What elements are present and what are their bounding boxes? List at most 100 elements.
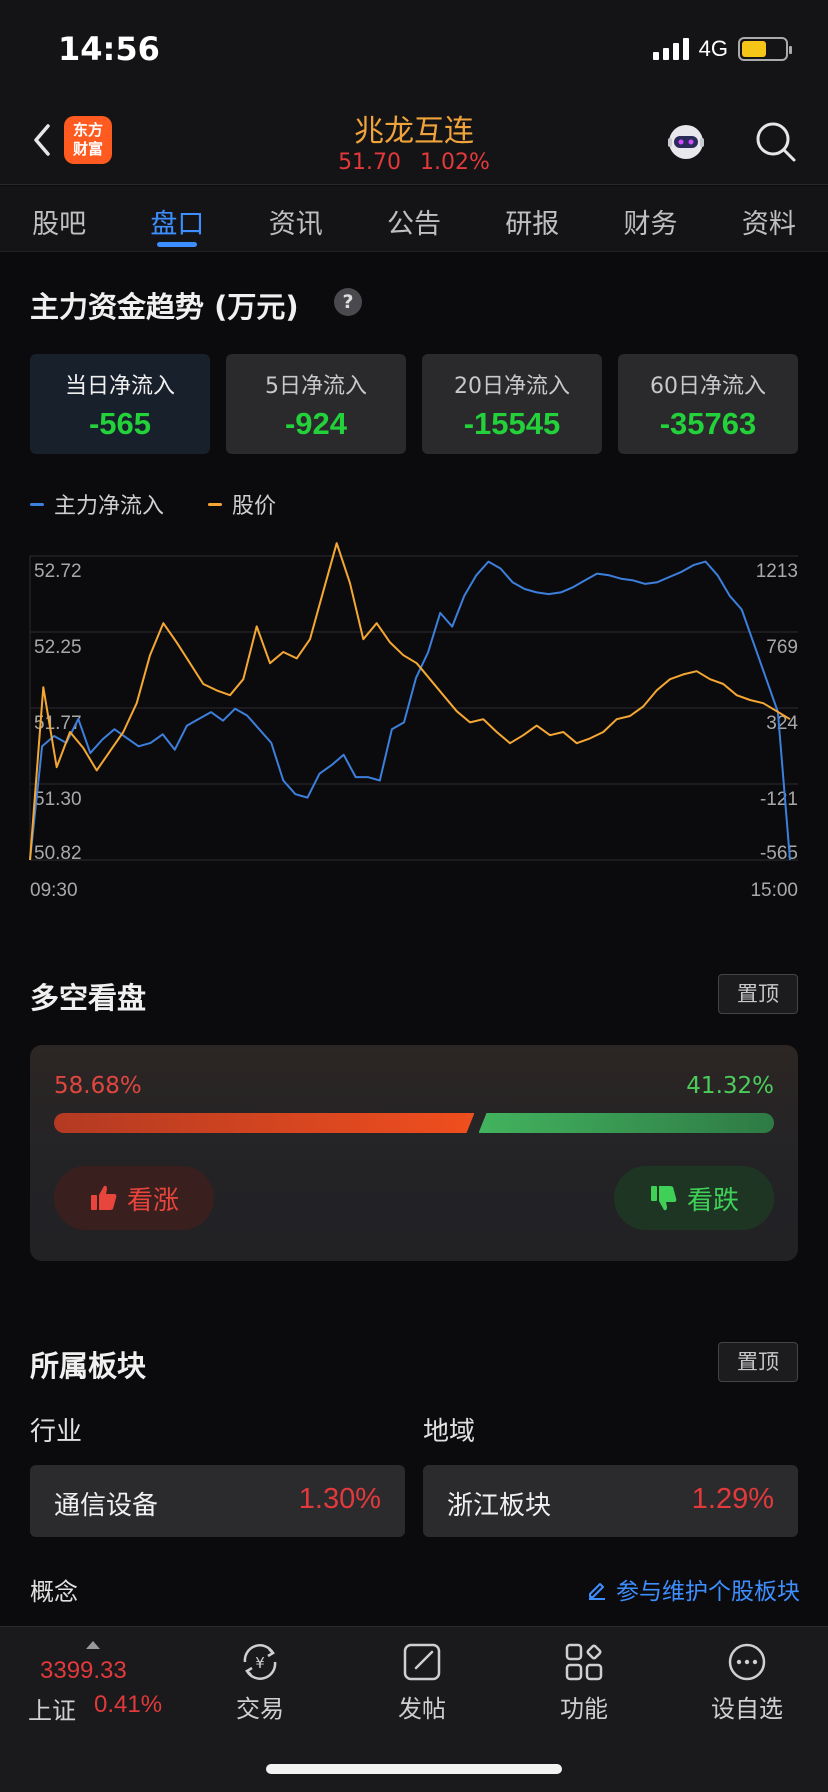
flow-card-value: -15545	[463, 406, 561, 441]
tab-finance[interactable]: 财务	[591, 186, 709, 251]
flow-card-60d[interactable]: 60日净流入 -35763	[618, 354, 798, 454]
index-name: 上证	[28, 1697, 76, 1725]
home-indicator	[266, 1764, 562, 1774]
vote-bull-button[interactable]: 看涨	[54, 1166, 214, 1230]
compose-icon	[403, 1643, 441, 1681]
sector-card-industry[interactable]: 通信设备 1.30%	[30, 1465, 405, 1537]
industry-label: 行业	[30, 1417, 83, 1447]
sector-card-region[interactable]: 浙江板块 1.29%	[423, 1465, 798, 1537]
status-indicators: 4G	[652, 36, 792, 62]
nav-label: 设自选	[711, 1695, 783, 1723]
maintain-sectors-link[interactable]: 参与维护个股板块	[586, 1572, 800, 1606]
chart-right-tick-label: 769	[766, 637, 798, 658]
nav-label: 功能	[560, 1695, 608, 1723]
more-icon	[728, 1643, 766, 1681]
flow-card-label: 20日净流入	[454, 374, 570, 399]
tab-research[interactable]: 研报	[473, 186, 591, 251]
vote-bear-label: 看跌	[686, 1185, 739, 1216]
trade-icon: ¥	[243, 1644, 277, 1680]
index-value: 3399.33	[40, 1657, 127, 1684]
fund-flow-chart: 52.7252.2551.7751.3050.821213769324-121-…	[29, 542, 798, 900]
chart-left-tick-label: 52.25	[34, 637, 82, 658]
section-tabs: 股吧 盘口 资讯 公告 研报 财务 资料	[0, 186, 828, 252]
bear-percent: 41.32%	[686, 1073, 774, 1099]
pin-top-button[interactable]: 置顶	[718, 1342, 798, 1382]
flow-card-value: -565	[88, 406, 152, 441]
status-bar: 14:56 4G	[0, 0, 828, 100]
chart-right-tick-label: 324	[766, 713, 798, 734]
search-icon[interactable]	[752, 118, 800, 166]
region-label: 地域	[423, 1417, 476, 1447]
tab-news[interactable]: 资讯	[237, 186, 355, 251]
fund-flow-title: 主力资金趋势 (万元)	[30, 290, 299, 324]
sector-change-pct: 1.30%	[298, 1483, 381, 1515]
grid-functions-icon	[565, 1643, 603, 1681]
bull-percent: 58.68%	[54, 1073, 142, 1099]
sentiment-card: 58.68% 41.32% 看涨 看跌	[30, 1045, 798, 1261]
chart-x-start-label: 09:30	[30, 880, 78, 900]
chart-series-line	[29, 560, 791, 861]
sector-change-pct: 1.29%	[691, 1483, 774, 1515]
vote-bull-label: 看涨	[126, 1185, 179, 1216]
tab-guba[interactable]: 股吧	[0, 186, 118, 251]
fund-flow-cards: 当日净流入 -565 5日净流入 -924 20日净流入 -15545 60日净…	[30, 354, 798, 454]
flow-card-value: -35763	[659, 406, 757, 441]
nav-trade[interactable]: ¥ 交易	[205, 1641, 315, 1724]
flow-card-label: 5日净流入	[265, 374, 367, 399]
bull-bar	[54, 1113, 474, 1133]
legend-label: 股价	[232, 494, 277, 519]
maintain-link-label: 参与维护个股板块	[616, 1579, 800, 1605]
chart-legend: 主力净流入 股价	[30, 488, 276, 520]
stock-header: 东方 财富 兆龙互连 51.70 1.02%	[0, 100, 828, 185]
long-short-title: 多空看盘	[30, 981, 147, 1015]
nav-post[interactable]: 发帖	[367, 1641, 477, 1724]
flow-card-label: 当日净流入	[64, 374, 175, 399]
tab-announcements[interactable]: 公告	[355, 186, 473, 251]
signal-icon	[652, 38, 689, 60]
nav-label: 交易	[236, 1695, 284, 1723]
network-label: 4G	[698, 36, 728, 61]
vote-bear-button[interactable]: 看跌	[614, 1166, 774, 1230]
legend-swatch	[30, 502, 44, 506]
flow-card-today[interactable]: 当日净流入 -565	[30, 354, 210, 454]
tab-pankou[interactable]: 盘口	[118, 186, 236, 251]
flow-card-value: -924	[284, 406, 348, 441]
battery-icon	[738, 37, 792, 61]
flow-card-label: 60日净流入	[650, 374, 766, 399]
sentiment-ratio-bar	[54, 1113, 774, 1133]
chart-right-tick-label: -565	[760, 843, 798, 864]
chart-x-end-label: 15:00	[750, 880, 798, 900]
flow-card-20d[interactable]: 20日净流入 -15545	[422, 354, 602, 454]
legend-item-net-inflow: 主力净流入	[30, 488, 164, 520]
thumbs-up-icon	[90, 1185, 117, 1210]
chart-left-tick-label: 50.82	[34, 843, 82, 864]
svg-text:¥: ¥	[255, 1654, 265, 1672]
index-change-pct: 0.41%	[94, 1691, 163, 1718]
chart-left-tick-label: 52.72	[34, 561, 82, 582]
legend-item-price: 股价	[208, 488, 276, 520]
legend-swatch	[208, 502, 223, 506]
nav-functions[interactable]: 功能	[529, 1641, 639, 1724]
pin-top-button[interactable]: 置顶	[718, 974, 798, 1014]
sector-name: 浙江板块	[447, 1491, 552, 1521]
legend-label: 主力净流入	[54, 494, 165, 519]
chart-left-tick-label: 51.30	[34, 789, 82, 810]
nav-label: 发帖	[398, 1695, 446, 1723]
sector-name: 通信设备	[54, 1491, 159, 1521]
flow-card-5d[interactable]: 5日净流入 -924	[226, 354, 406, 454]
concept-label: 概念	[30, 1578, 78, 1606]
stock-price: 51.70	[338, 150, 402, 175]
edit-icon	[589, 1583, 605, 1600]
robot-assistant-icon[interactable]	[662, 118, 710, 166]
nav-add-watchlist[interactable]: 设自选	[692, 1641, 802, 1724]
expand-caret-icon	[86, 1641, 100, 1649]
sectors-title: 所属板块	[30, 1349, 147, 1383]
tab-profile[interactable]: 资料	[710, 186, 828, 251]
help-icon[interactable]: ?	[334, 288, 362, 316]
status-time: 14:56	[58, 30, 160, 68]
stock-change-pct: 1.02%	[420, 150, 490, 175]
chart-right-tick-label: -121	[760, 789, 798, 810]
chart-right-tick-label: 1213	[756, 561, 798, 582]
bear-bar	[478, 1113, 774, 1133]
thumbs-down-icon	[650, 1186, 677, 1211]
